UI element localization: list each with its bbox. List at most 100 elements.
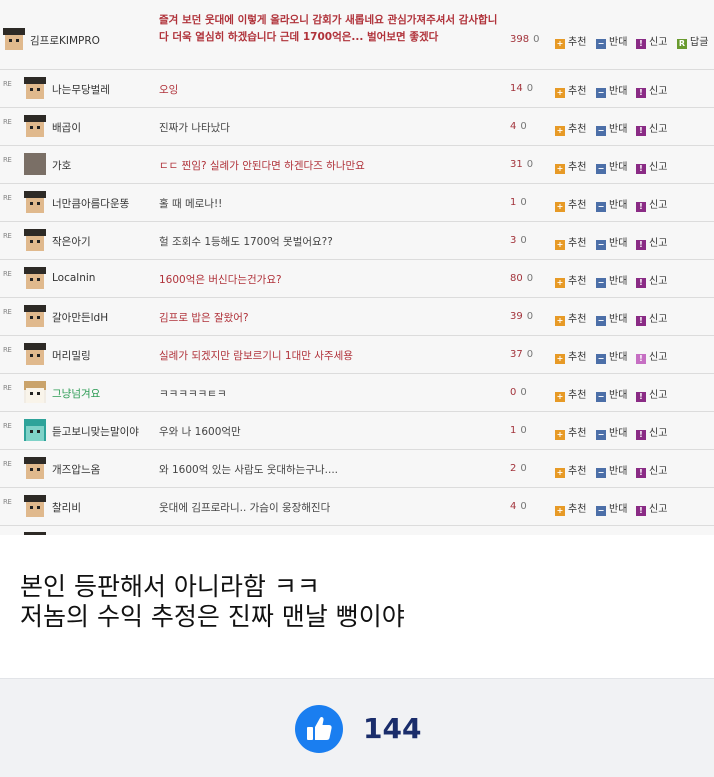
avatar[interactable]: [24, 153, 46, 175]
comment-score: 00: [510, 387, 527, 398]
avatar[interactable]: [24, 229, 46, 251]
recommend-button[interactable]: + 추천: [555, 348, 586, 364]
cut-off-avatar: [24, 532, 46, 535]
minus-icon: −: [596, 202, 606, 212]
comment-row: RE 그냥넘겨요 ㅋㅋㅋㅋㅋㅌㅋ 00 + 추천 − 반대 ! 신고: [0, 374, 714, 412]
recommend-button[interactable]: + 추천: [555, 33, 586, 49]
avatar[interactable]: [24, 77, 46, 99]
recommend-button[interactable]: + 추천: [555, 462, 586, 478]
minus-icon: −: [596, 278, 606, 288]
avatar[interactable]: [24, 457, 46, 479]
report-button[interactable]: ! 신고: [636, 348, 667, 364]
avatar[interactable]: [24, 343, 46, 365]
plus-icon: +: [555, 164, 565, 174]
report-button[interactable]: ! 신고: [636, 272, 667, 288]
comment-score: 10: [510, 197, 527, 208]
comment-nick[interactable]: 너만큼아름다운똥: [52, 196, 129, 211]
recommend-button[interactable]: + 추천: [555, 82, 586, 98]
oppose-button[interactable]: − 반대: [596, 82, 627, 98]
caption-line-2: 저놈의 수익 추정은 진짜 맨날 뻥이야: [20, 602, 405, 631]
comment-nick[interactable]: 배곱이: [52, 120, 81, 135]
reply-indicator: RE: [3, 232, 12, 240]
comment-nick[interactable]: 작은아기: [52, 234, 91, 249]
report-button[interactable]: ! 신고: [636, 310, 667, 326]
reply-indicator: RE: [3, 156, 12, 164]
recommend-button[interactable]: + 추천: [555, 424, 586, 440]
comment-score: 31 0: [510, 159, 534, 170]
reply-button[interactable]: R 답글: [677, 33, 708, 49]
reply-indicator: RE: [3, 460, 12, 468]
reply-indicator: RE: [3, 346, 12, 354]
comment-nick[interactable]: 듣고보니맞는말이야: [52, 424, 139, 439]
report-button[interactable]: ! 신고: [636, 462, 667, 478]
comment-score: 40: [510, 121, 527, 132]
recommend-button[interactable]: + 추천: [555, 120, 586, 136]
comment-row: RE 개즈압느옴 와 1600억 있는 사람도 웃대하는구나.... 20 + 추…: [0, 450, 714, 488]
report-button[interactable]: ! 신고: [636, 82, 667, 98]
oppose-button[interactable]: − 반대: [596, 234, 627, 250]
recommend-button[interactable]: + 추천: [555, 500, 586, 516]
avatar[interactable]: [24, 267, 46, 289]
oppose-button[interactable]: − 반대: [596, 120, 627, 136]
comment-score: 30: [510, 235, 527, 246]
report-button[interactable]: ! 신고: [636, 33, 667, 49]
comment-nick[interactable]: 머리밀링: [52, 348, 91, 363]
comment-nick[interactable]: 김프로KIMPRO: [30, 33, 100, 48]
reply-indicator: RE: [3, 80, 12, 88]
report-icon: !: [636, 88, 646, 98]
report-icon: !: [636, 354, 646, 364]
comment-text: 우와 나 1600억만: [159, 426, 241, 438]
comment-text: 홀 때 메로나!!: [159, 198, 223, 210]
avatar[interactable]: [24, 191, 46, 213]
avatar[interactable]: [24, 115, 46, 137]
oppose-button[interactable]: − 반대: [596, 158, 627, 174]
recommend-button[interactable]: + 추천: [555, 234, 586, 250]
report-button[interactable]: ! 신고: [636, 196, 667, 212]
recommend-button[interactable]: + 추천: [555, 272, 586, 288]
comment-nick[interactable]: 가호: [52, 158, 71, 173]
oppose-button[interactable]: − 반대: [596, 462, 627, 478]
like-count: 144: [363, 712, 422, 745]
comment-nick[interactable]: Localnin: [52, 272, 95, 284]
comment-score: 398 0: [510, 34, 540, 45]
comment-nick[interactable]: 나는무당벌레: [52, 82, 110, 97]
recommend-button[interactable]: + 추천: [555, 310, 586, 326]
like-button[interactable]: [295, 705, 343, 753]
avatar[interactable]: [24, 381, 46, 403]
avatar[interactable]: [24, 419, 46, 441]
avatar[interactable]: [3, 28, 25, 50]
oppose-button[interactable]: − 반대: [596, 33, 627, 49]
report-button[interactable]: ! 신고: [636, 158, 667, 174]
comment-nick[interactable]: 찰리비: [52, 500, 81, 515]
comment-text: 웃대에 김프로라니.. 가슴이 웅장해진다: [159, 502, 331, 514]
oppose-button[interactable]: − 반대: [596, 196, 627, 212]
comment-text: ㄷㄷ 찐임? 실례가 안된다면 하겐다즈 하나만요: [159, 160, 365, 172]
report-button[interactable]: ! 신고: [636, 424, 667, 440]
reply-indicator: RE: [3, 422, 12, 430]
comment-nick[interactable]: 개즈압느옴: [52, 462, 100, 477]
reply-indicator: RE: [3, 118, 12, 126]
oppose-button[interactable]: − 반대: [596, 348, 627, 364]
report-icon: !: [636, 39, 646, 49]
recommend-button[interactable]: + 추천: [555, 196, 586, 212]
comment-row: 김프로KIMPRO 즐겨 보던 웃대에 이렇게 올라오니 감회가 새롭네요 관심…: [0, 0, 714, 70]
recommend-button[interactable]: + 추천: [555, 386, 586, 402]
avatar[interactable]: [24, 495, 46, 517]
avatar[interactable]: [24, 305, 46, 327]
comment-score: 39 0: [510, 311, 534, 322]
report-icon: !: [636, 468, 646, 478]
oppose-button[interactable]: − 반대: [596, 386, 627, 402]
comment-score: 37 0: [510, 349, 534, 360]
recommend-button[interactable]: + 추천: [555, 158, 586, 174]
report-button[interactable]: ! 신고: [636, 500, 667, 516]
oppose-button[interactable]: − 반대: [596, 272, 627, 288]
oppose-button[interactable]: − 반대: [596, 424, 627, 440]
comment-nick[interactable]: 갈아만든ldH: [52, 310, 108, 325]
plus-icon: +: [555, 506, 565, 516]
comment-nick[interactable]: 그냥넘겨요: [52, 386, 100, 401]
report-button[interactable]: ! 신고: [636, 386, 667, 402]
report-button[interactable]: ! 신고: [636, 120, 667, 136]
oppose-button[interactable]: − 반대: [596, 500, 627, 516]
oppose-button[interactable]: − 반대: [596, 310, 627, 326]
report-button[interactable]: ! 신고: [636, 234, 667, 250]
